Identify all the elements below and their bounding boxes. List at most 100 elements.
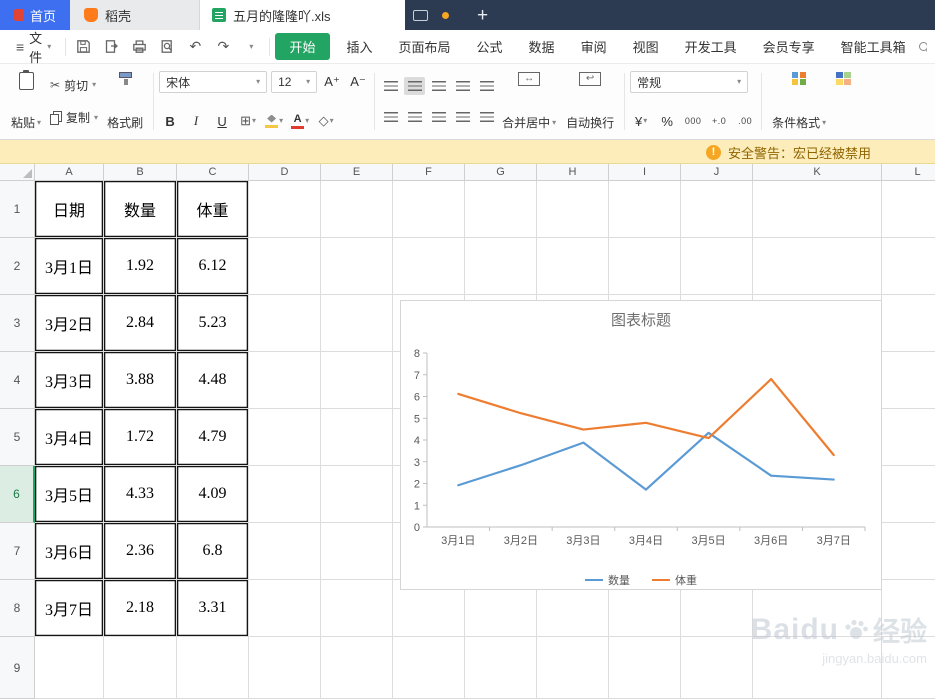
cell-L2[interactable]	[882, 238, 935, 295]
chart-plot[interactable]: 0 1 2 3 4 5 6 7 8 3月1日 3月2日 3月3日 3月4日 3月5日 3月6日 3月7日	[401, 337, 881, 561]
column-header-E[interactable]: E	[321, 164, 393, 181]
legend-item-数量[interactable]: 数量	[585, 572, 630, 588]
cell-A1[interactable]: 日期	[35, 181, 104, 238]
cell-E2[interactable]	[321, 238, 393, 295]
cell-J1[interactable]	[681, 181, 753, 238]
column-header-J[interactable]: J	[681, 164, 753, 181]
column-header-C[interactable]: C	[177, 164, 249, 181]
align-middle-button[interactable]	[404, 77, 426, 96]
chevron-down-icon[interactable]: ▾	[279, 117, 283, 125]
wrap-text-button[interactable]: ↩ 自动换行	[561, 69, 619, 134]
cell-H2[interactable]	[537, 238, 609, 295]
cell-C5[interactable]: 4.79	[177, 409, 249, 466]
cell-C9[interactable]	[177, 637, 249, 699]
cell-C3[interactable]: 5.23	[177, 295, 249, 352]
italic-button[interactable]: I	[185, 110, 207, 132]
command-search[interactable]: 查找命令	[918, 38, 928, 55]
export-button[interactable]	[99, 35, 123, 59]
row-header-7[interactable]: 7	[0, 523, 35, 580]
cell-A7[interactable]: 3月6日	[35, 523, 104, 580]
table-style-button[interactable]	[831, 69, 856, 134]
cell-F9[interactable]	[393, 637, 465, 699]
ribbon-tab-页面布局[interactable]: 页面布局	[386, 33, 464, 60]
legend-item-体重[interactable]: 体重	[652, 572, 697, 588]
chevron-down-icon[interactable]: ▾	[330, 117, 334, 125]
copy-button[interactable]: 复制 ▾	[46, 107, 102, 128]
select-all-corner[interactable]	[0, 164, 35, 181]
chevron-down-icon[interactable]: ▾	[643, 117, 647, 125]
cell-A8[interactable]: 3月7日	[35, 580, 104, 637]
justify-button[interactable]	[452, 108, 473, 126]
column-header-D[interactable]: D	[249, 164, 321, 181]
cell-D7[interactable]	[249, 523, 321, 580]
row-header-1[interactable]: 1	[0, 181, 35, 238]
cell-B1[interactable]: 数量	[104, 181, 177, 238]
ribbon-tab-数据[interactable]: 数据	[516, 33, 568, 60]
ribbon-tab-会员专享[interactable]: 会员专享	[750, 33, 828, 60]
cell-B8[interactable]: 2.18	[104, 580, 177, 637]
cell-C2[interactable]: 6.12	[177, 238, 249, 295]
row-header-5[interactable]: 5	[0, 409, 35, 466]
cell-L7[interactable]	[882, 523, 935, 580]
ribbon-tab-视图[interactable]: 视图	[620, 33, 672, 60]
cell-H9[interactable]	[537, 637, 609, 699]
ribbon-tab-开发工具[interactable]: 开发工具	[672, 33, 750, 60]
cell-E4[interactable]	[321, 352, 393, 409]
format-painter-button[interactable]: 格式刷	[102, 69, 148, 134]
cell-A9[interactable]	[35, 637, 104, 699]
ribbon-tab-插入[interactable]: 插入	[334, 33, 386, 60]
align-right-button[interactable]	[428, 108, 449, 126]
chart-title[interactable]: 图表标题	[401, 301, 881, 337]
ribbon-tab-开始[interactable]: 开始	[275, 33, 330, 60]
cell-E3[interactable]	[321, 295, 393, 352]
column-header-G[interactable]: G	[465, 164, 537, 181]
row-header-6[interactable]: 6	[0, 466, 35, 523]
cell-B9[interactable]	[104, 637, 177, 699]
font-color-button[interactable]: A ▾	[289, 110, 311, 132]
customize-qat-button[interactable]: ▾	[239, 35, 263, 59]
currency-format-button[interactable]: ¥ ▾	[630, 110, 652, 132]
fill-color-button[interactable]: ▾	[263, 110, 285, 132]
align-top-button[interactable]	[380, 77, 401, 95]
column-header-K[interactable]: K	[753, 164, 882, 181]
decrease-indent-button[interactable]	[452, 77, 473, 95]
cell-C4[interactable]: 4.48	[177, 352, 249, 409]
chevron-down-icon[interactable]: ▾	[552, 118, 556, 127]
cell-B7[interactable]: 2.36	[104, 523, 177, 580]
cell-L4[interactable]	[882, 352, 935, 409]
increase-indent-button[interactable]	[476, 77, 497, 95]
cell-A5[interactable]: 3月4日	[35, 409, 104, 466]
print-button[interactable]	[127, 35, 151, 59]
cell-G2[interactable]	[465, 238, 537, 295]
align-center-button[interactable]	[404, 108, 425, 126]
row-header-2[interactable]: 2	[0, 238, 35, 295]
column-header-I[interactable]: I	[609, 164, 681, 181]
cell-D9[interactable]	[249, 637, 321, 699]
chevron-down-icon[interactable]: ▾	[94, 113, 98, 122]
cell-E6[interactable]	[321, 466, 393, 523]
font-name-select[interactable]: 宋体 ▾	[159, 71, 268, 93]
cell-K1[interactable]	[753, 181, 882, 238]
cell-A3[interactable]: 3月2日	[35, 295, 104, 352]
chevron-down-icon[interactable]: ▾	[252, 117, 256, 125]
cell-L5[interactable]	[882, 409, 935, 466]
cell-C8[interactable]: 3.31	[177, 580, 249, 637]
cell-B5[interactable]: 1.72	[104, 409, 177, 466]
cell-B4[interactable]: 3.88	[104, 352, 177, 409]
cell-I2[interactable]	[609, 238, 681, 295]
thousands-format-button[interactable]: 000	[682, 110, 704, 132]
save-button[interactable]	[71, 35, 95, 59]
cell-C7[interactable]: 6.8	[177, 523, 249, 580]
cell-B2[interactable]: 1.92	[104, 238, 177, 295]
increase-font-button[interactable]: A⁺	[321, 71, 343, 93]
ribbon-tab-审阅[interactable]: 审阅	[568, 33, 620, 60]
ribbon-tab-公式[interactable]: 公式	[464, 33, 516, 60]
distribute-button[interactable]	[476, 108, 497, 126]
cell-E1[interactable]	[321, 181, 393, 238]
redo-button[interactable]: ↷	[211, 35, 235, 59]
cell-D1[interactable]	[249, 181, 321, 238]
cell-L8[interactable]	[882, 580, 935, 637]
cell-K9[interactable]	[753, 637, 882, 699]
cell-L3[interactable]	[882, 295, 935, 352]
cell-K2[interactable]	[753, 238, 882, 295]
